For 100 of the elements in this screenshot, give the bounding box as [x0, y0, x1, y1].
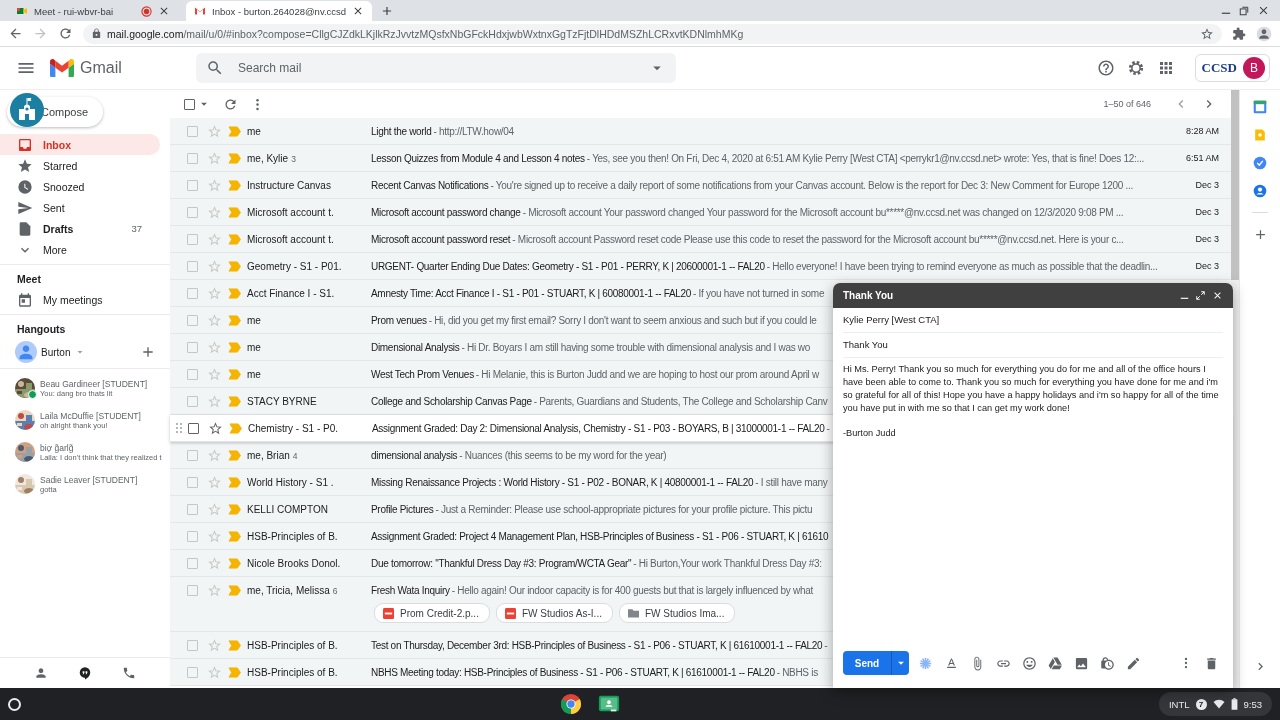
drag-handle-icon[interactable]	[176, 423, 182, 433]
emoji-icon[interactable]	[1022, 655, 1037, 671]
calendar-icon[interactable]	[1253, 100, 1267, 114]
checkbox[interactable]	[187, 125, 198, 137]
importance-marker-icon[interactable]	[228, 287, 241, 299]
importance-marker-icon[interactable]	[228, 395, 241, 407]
importance-marker-icon[interactable]	[228, 260, 241, 272]
nav-item[interactable]: Drafts 37	[0, 218, 160, 239]
checkbox[interactable]	[187, 530, 198, 542]
email-row[interactable]	[170, 172, 1231, 199]
checkbox[interactable]	[187, 152, 198, 164]
star-icon[interactable]	[207, 312, 222, 328]
select-checkbox[interactable]	[184, 98, 195, 110]
star-icon[interactable]	[207, 555, 222, 571]
close-icon[interactable]	[1212, 290, 1223, 301]
importance-marker-icon[interactable]	[228, 179, 241, 191]
star-icon[interactable]	[207, 177, 222, 193]
checkbox[interactable]	[187, 233, 198, 245]
launcher-button[interactable]	[8, 697, 21, 711]
chat-bubble-icon[interactable]	[78, 666, 92, 680]
settings-icon[interactable]	[1126, 59, 1145, 77]
importance-marker-icon[interactable]	[228, 341, 241, 353]
star-icon[interactable]	[207, 231, 222, 247]
subject-field[interactable]: Thank You	[843, 333, 1223, 358]
back-icon[interactable]	[8, 26, 23, 41]
expand-icon[interactable]	[1196, 291, 1205, 300]
importance-marker-icon[interactable]	[228, 125, 241, 137]
checkbox[interactable]	[187, 341, 198, 353]
importance-marker-icon[interactable]	[228, 666, 241, 678]
star-icon[interactable]	[207, 393, 222, 409]
check-circle-icon[interactable]	[1253, 156, 1267, 170]
importance-marker-icon[interactable]	[228, 449, 241, 461]
checkbox[interactable]	[187, 206, 198, 218]
trash-icon[interactable]	[1204, 655, 1219, 671]
attachment-chip[interactable]: FW Studios Ima...	[618, 603, 736, 623]
nav-item[interactable]: Starred	[0, 155, 160, 176]
importance-marker-icon[interactable]	[228, 152, 241, 164]
importance-marker-icon[interactable]	[228, 530, 241, 542]
nav-item[interactable]: More	[0, 239, 160, 260]
browser-icon[interactable]	[559, 693, 582, 715]
importance-marker-icon[interactable]	[228, 639, 241, 651]
nav-item[interactable]: Inbox	[0, 134, 160, 155]
email-row[interactable]	[170, 145, 1231, 172]
importance-marker-icon[interactable]	[228, 584, 241, 596]
nav-item[interactable]: My meetings	[0, 289, 160, 310]
account-switcher[interactable]: CCSD B	[1194, 54, 1270, 82]
nav-item[interactable]: Sent	[0, 197, 160, 218]
checkbox[interactable]	[187, 503, 198, 515]
close-icon[interactable]	[1257, 4, 1270, 17]
star-icon[interactable]	[207, 474, 222, 490]
search-icon[interactable]	[206, 59, 224, 77]
star-icon[interactable]	[1200, 26, 1214, 41]
checkbox[interactable]	[187, 314, 198, 326]
star-icon[interactable]	[207, 582, 222, 598]
importance-marker-icon[interactable]	[229, 422, 242, 434]
email-row[interactable]	[170, 253, 1231, 280]
importance-marker-icon[interactable]	[228, 476, 241, 488]
sparkle-icon[interactable]	[918, 655, 933, 671]
plus-icon[interactable]	[140, 344, 156, 360]
checkbox[interactable]	[187, 557, 198, 569]
importance-marker-icon[interactable]	[228, 557, 241, 569]
star-icon[interactable]	[208, 420, 223, 436]
send-options-button[interactable]	[891, 651, 909, 675]
checkbox[interactable]	[187, 584, 198, 596]
search-input[interactable]: Search mail	[236, 60, 636, 76]
scrollbar-thumb[interactable]	[1231, 90, 1239, 280]
user-name[interactable]: Burton	[41, 346, 71, 358]
phone-icon[interactable]	[122, 666, 136, 680]
checkbox[interactable]	[187, 666, 198, 678]
avatar[interactable]: B	[1243, 57, 1265, 79]
star-icon[interactable]	[207, 204, 222, 220]
attachment-chip[interactable]: Prom Credit-2.p...	[374, 603, 490, 623]
contacts-icon[interactable]	[1253, 184, 1267, 198]
star-icon[interactable]	[207, 150, 222, 166]
lock-clock-icon[interactable]	[1100, 655, 1115, 671]
star-icon[interactable]	[207, 637, 222, 653]
send-button[interactable]: Send	[843, 651, 891, 675]
star-icon[interactable]	[207, 285, 222, 301]
star-icon[interactable]	[207, 501, 222, 517]
note-icon[interactable]	[1254, 128, 1266, 142]
recipient-field[interactable]: Kylie Perry [West CTA]	[843, 308, 1223, 333]
checkbox[interactable]	[187, 368, 198, 380]
star-icon[interactable]	[207, 123, 222, 139]
checkbox[interactable]	[187, 449, 198, 461]
search-bar[interactable]: Search mail	[196, 53, 676, 83]
checkbox[interactable]	[187, 287, 198, 299]
checkbox[interactable]	[187, 395, 198, 407]
nav-item[interactable]: Snoozed	[0, 176, 160, 197]
checkbox[interactable]	[188, 422, 199, 434]
importance-marker-icon[interactable]	[228, 314, 241, 326]
star-icon[interactable]	[207, 339, 222, 355]
email-row[interactable]: me Light the world - http://LTW.how/04 8:28 AM	[170, 118, 1231, 145]
restore-icon[interactable]	[1239, 5, 1249, 16]
checkbox[interactable]	[187, 476, 198, 488]
star-icon[interactable]	[207, 366, 222, 382]
puzzle-icon[interactable]	[1232, 26, 1246, 41]
close-icon[interactable]	[158, 5, 170, 17]
drive-icon[interactable]	[1048, 655, 1063, 671]
checkbox[interactable]	[187, 639, 198, 651]
browser-tab[interactable]: Inbox - burton.264028@nv.ccsd	[186, 1, 373, 21]
